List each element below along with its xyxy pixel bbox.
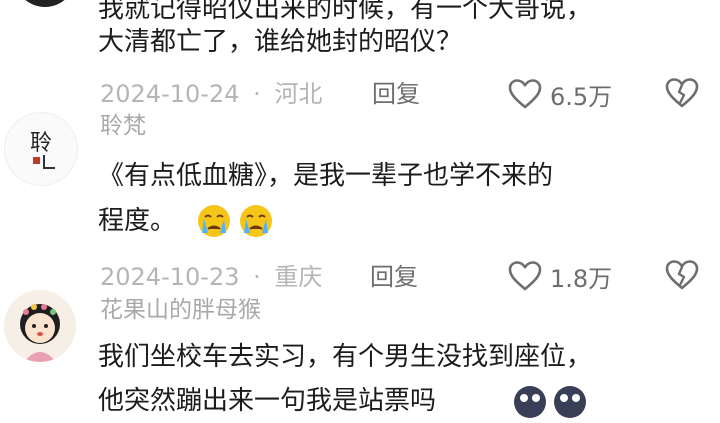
comment-text-line: 《有点低血糖》，是我一辈子也学不来的	[98, 161, 554, 191]
crying-emoji-icon	[240, 205, 272, 237]
avatar-calligraphy: 聆	[29, 131, 52, 156]
like-button[interactable]: 1.8万	[508, 258, 612, 294]
reply-button[interactable]: 回复	[370, 261, 418, 293]
crying-emoji-icon	[198, 205, 230, 237]
reply-button[interactable]: 回复	[372, 78, 420, 110]
heart-icon	[508, 79, 542, 109]
meta-separator: ·	[253, 80, 261, 108]
comment-text-line: 程度。	[98, 206, 177, 236]
comment-text-line: 他突然蹦出来一句我是站票吗	[98, 386, 437, 416]
cartoon-girl-illustration	[20, 304, 60, 362]
avatar[interactable]	[4, 290, 76, 362]
comment-meta: 2024-10-23 · 重庆	[100, 261, 322, 293]
dislike-heart-icon[interactable]	[665, 258, 699, 292]
comment-text-line: 大清都亡了，谁给她封的昭仪？	[98, 27, 463, 57]
comment-date: 2024-10-24	[100, 80, 240, 108]
comment-location: 重庆	[274, 263, 323, 291]
like-button[interactable]: 6.5万	[508, 76, 612, 112]
dark-emoji-icon	[514, 386, 546, 418]
username[interactable]: 花果山的胖母猴	[100, 296, 261, 324]
meta-separator: ·	[253, 263, 261, 291]
comment-meta: 2024-10-24 · 河北	[100, 78, 322, 110]
comment-location: 河北	[274, 80, 323, 108]
comment-text-line: 我们坐校车去实习，有个男生没找到座位，	[98, 342, 593, 372]
dislike-heart-icon[interactable]	[665, 76, 699, 110]
like-count: 6.5万	[550, 82, 613, 111]
avatar-brush-mark	[43, 155, 55, 169]
avatar[interactable]: 聆	[4, 112, 78, 186]
like-count: 1.8万	[550, 264, 613, 293]
username[interactable]: 聆梵	[100, 112, 146, 140]
comment-date: 2024-10-23	[100, 263, 240, 291]
heart-icon	[508, 261, 542, 291]
avatar[interactable]	[14, 0, 76, 7]
dark-emoji-icon	[554, 386, 586, 418]
avatar-seal	[33, 157, 40, 164]
